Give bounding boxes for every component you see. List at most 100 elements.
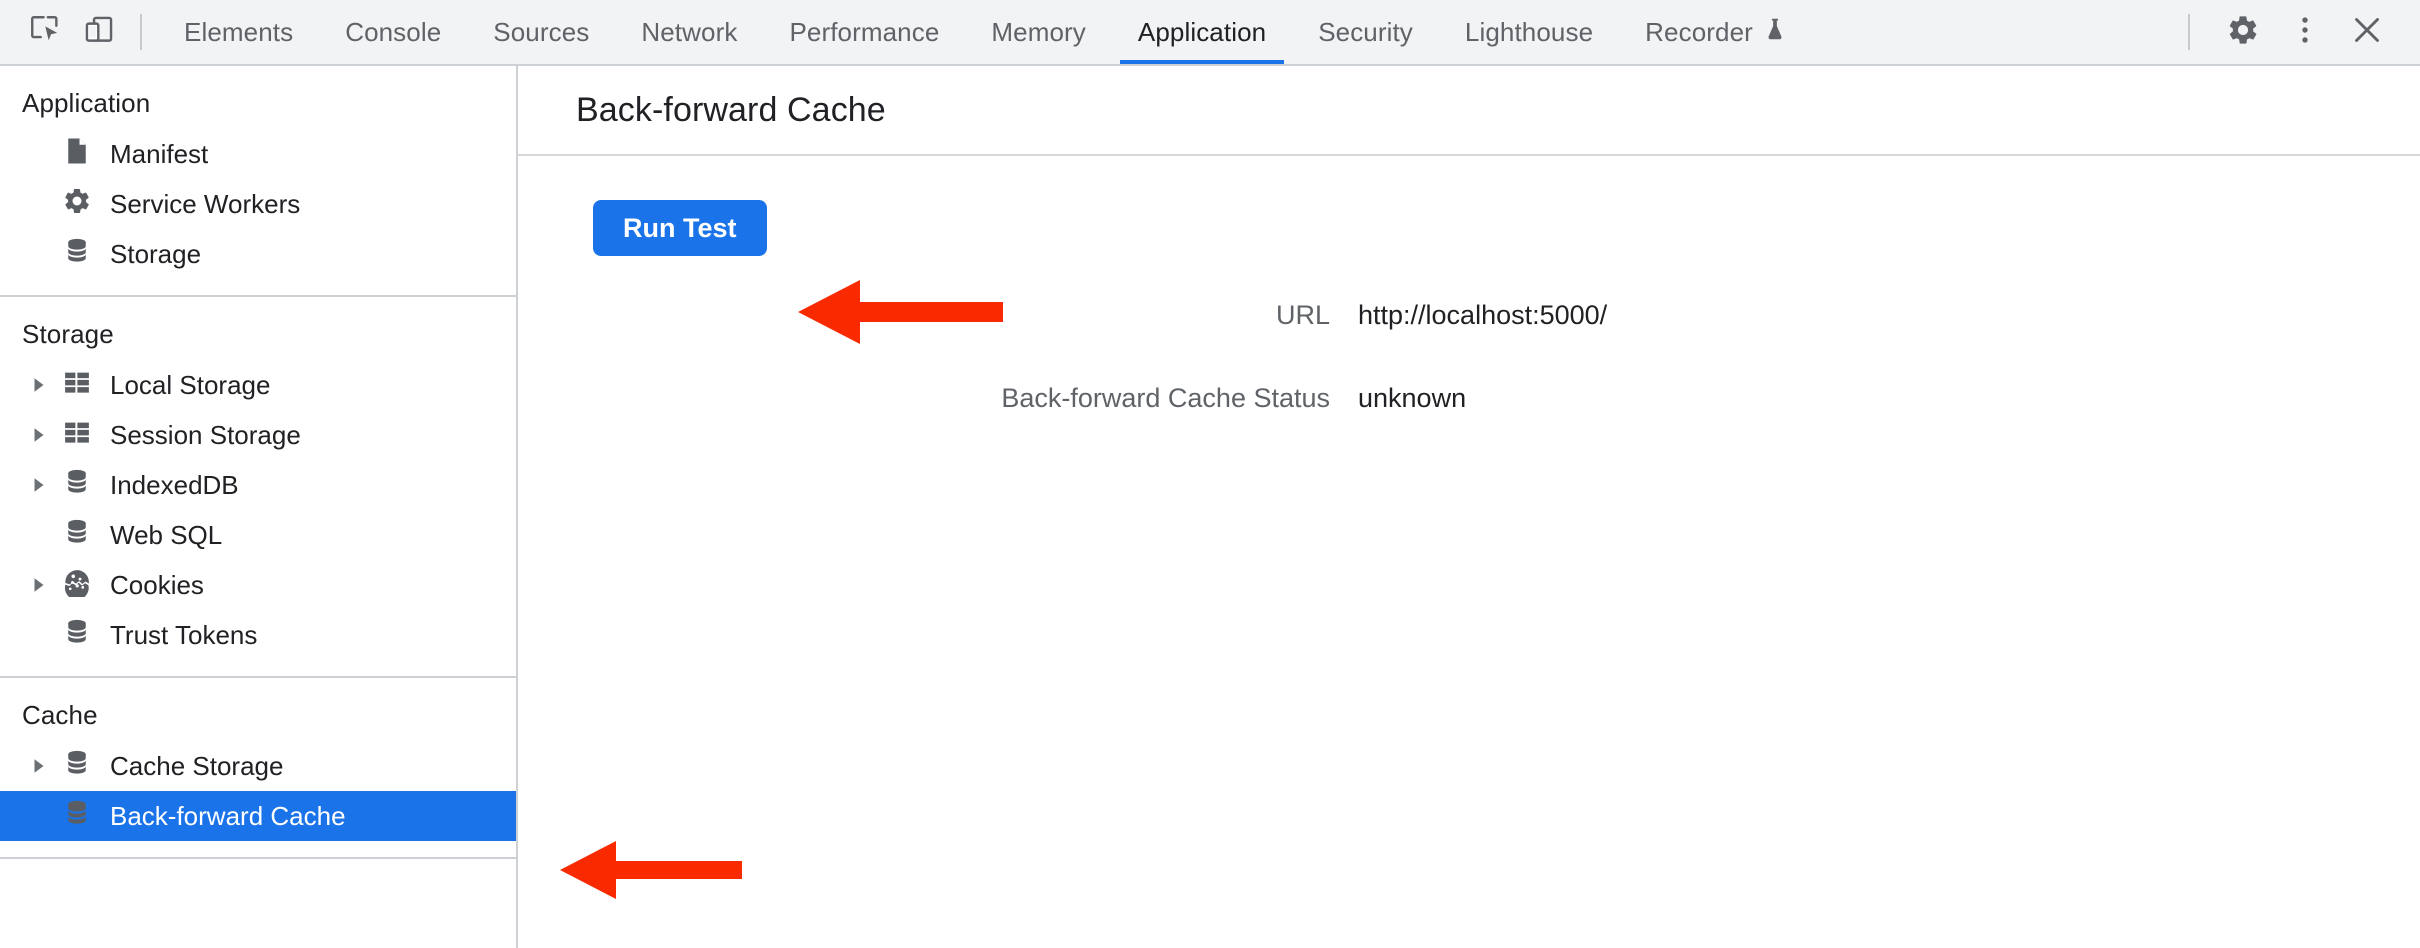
sidebar-section-storage: StorageLocal Storage Session Storage Index… [0, 297, 516, 678]
chevron-right-icon[interactable] [30, 420, 48, 451]
sidebar-item-session-storage[interactable]: Session Storage [0, 410, 516, 460]
sidebar-item-cookies[interactable]: Cookies [0, 560, 516, 610]
expand-twisty[interactable] [22, 751, 56, 782]
cookie-icon [62, 567, 92, 604]
tab-label: Recorder [1645, 17, 1753, 48]
sidebar-item-label: Cache Storage [110, 753, 283, 779]
sidebar-section-title: Storage [0, 307, 516, 360]
application-sidebar: Application Manifest Service Workers Storag… [0, 66, 518, 948]
run-test-button[interactable]: Run Test [593, 200, 767, 256]
close-icon [2349, 12, 2385, 53]
tab-sources[interactable]: Sources [467, 0, 615, 65]
run-test-row: Run Test [518, 200, 2420, 256]
expand-twisty[interactable] [22, 420, 56, 451]
sidebar-item-manifest[interactable]: Manifest [0, 129, 516, 179]
tab-label: Sources [493, 17, 589, 48]
tab-label: Console [345, 17, 441, 48]
sidebar-section-overflow [0, 859, 516, 919]
tab-security[interactable]: Security [1292, 0, 1439, 65]
settings-button[interactable] [2212, 5, 2274, 59]
sidebar-item-icon [56, 798, 98, 835]
kebab-menu-icon [2288, 13, 2322, 52]
sidebar-item-icon [56, 136, 98, 173]
sidebar-item-label: Back-forward Cache [110, 803, 346, 829]
sidebar-section-title: Cache [0, 688, 516, 741]
tab-memory[interactable]: Memory [965, 0, 1112, 65]
tab-application[interactable]: Application [1112, 0, 1292, 65]
expand-twisty[interactable] [22, 370, 56, 401]
bfcache-report-table: URLhttp://localhost:5000/Back-forward Ca… [518, 300, 2420, 414]
table-icon [62, 417, 92, 454]
close-devtools-button[interactable] [2336, 5, 2398, 59]
tab-lighthouse[interactable]: Lighthouse [1439, 0, 1619, 65]
document-icon [62, 136, 92, 173]
sidebar-item-icon [56, 417, 98, 454]
sidebar-item-label: IndexedDB [110, 472, 239, 498]
device-toolbar-button[interactable] [72, 7, 126, 57]
panel-header: Back-forward Cache [518, 66, 2420, 156]
tab-recorder[interactable]: Recorder [1619, 0, 1814, 65]
expand-twisty[interactable] [22, 470, 56, 501]
more-options-button[interactable] [2274, 5, 2336, 59]
expand-twisty[interactable] [22, 570, 56, 601]
sidebar-section-title: Application [0, 76, 516, 129]
report-row-key: URL [518, 300, 1358, 331]
sidebar-item-label: Session Storage [110, 422, 301, 448]
sidebar-item-cache-storage[interactable]: Cache Storage [0, 741, 516, 791]
sidebar-item-icon [56, 748, 98, 785]
sidebar-item-icon [56, 467, 98, 504]
tab-performance[interactable]: Performance [763, 0, 965, 65]
toolbar-divider [140, 14, 142, 50]
sidebar-item-label: Trust Tokens [110, 622, 257, 648]
chevron-right-icon[interactable] [30, 470, 48, 501]
chevron-right-icon[interactable] [30, 370, 48, 401]
sidebar-item-trust-tokens[interactable]: Trust Tokens [0, 610, 516, 660]
tab-label: Lighthouse [1465, 17, 1593, 48]
tab-network[interactable]: Network [615, 0, 763, 65]
sidebar-item-label: Web SQL [110, 522, 222, 548]
report-row-value: unknown [1358, 383, 2420, 414]
sidebar-item-icon [56, 367, 98, 404]
database-icon [62, 236, 92, 273]
panel-body: Run Test URLhttp://localhost:5000/Back-f… [518, 156, 2420, 414]
database-icon [62, 467, 92, 504]
tab-label: Elements [184, 17, 293, 48]
page-title: Back-forward Cache [576, 91, 886, 130]
sidebar-item-label: Storage [110, 241, 201, 267]
device-toolbar-icon [82, 13, 116, 52]
chevron-right-icon[interactable] [30, 570, 48, 601]
report-row-value: http://localhost:5000/ [1358, 300, 2420, 331]
sidebar-item-label: Manifest [110, 141, 208, 167]
sidebar-item-indexeddb[interactable]: IndexedDB [0, 460, 516, 510]
tab-label: Memory [991, 17, 1086, 48]
tab-elements[interactable]: Elements [158, 0, 319, 65]
chevron-right-icon[interactable] [30, 751, 48, 782]
sidebar-item-web-sql[interactable]: Web SQL [0, 510, 516, 560]
sidebar-item-icon [56, 517, 98, 554]
sidebar-item-storage[interactable]: Storage [0, 229, 516, 279]
table-icon [62, 367, 92, 404]
inspect-element-button[interactable] [18, 7, 72, 57]
database-icon [62, 748, 92, 785]
sidebar-item-icon [56, 567, 98, 604]
gear-icon [62, 186, 92, 223]
sidebar-item-icon [56, 186, 98, 223]
sidebar-section-cache: Cache Cache Storage Back-forward Cache [0, 678, 516, 859]
inspect-element-icon [28, 13, 62, 52]
sidebar-section-application: Application Manifest Service Workers Storag… [0, 66, 516, 297]
report-row-key: Back-forward Cache Status [518, 383, 1358, 414]
flask-icon [1762, 16, 1788, 49]
tab-label: Application [1138, 17, 1266, 48]
tab-console[interactable]: Console [319, 0, 467, 65]
back-forward-cache-panel: Back-forward Cache Run Test URLhttp://lo… [518, 66, 2420, 948]
sidebar-item-label: Cookies [110, 572, 204, 598]
experimental-flask-icon [1762, 16, 1788, 49]
devtools-toolbar: Elements Console Sources NetworkPerformance… [0, 0, 2420, 66]
sidebar-item-local-storage[interactable]: Local Storage [0, 360, 516, 410]
sidebar-item-back-forward-cache[interactable]: Back-forward Cache [0, 791, 516, 841]
devtools-main: Application Manifest Service Workers Storag… [0, 66, 2420, 948]
sidebar-item-icon [56, 617, 98, 654]
toolbar-right-actions [2178, 5, 2420, 59]
database-icon [62, 517, 92, 554]
sidebar-item-service-workers[interactable]: Service Workers [0, 179, 516, 229]
